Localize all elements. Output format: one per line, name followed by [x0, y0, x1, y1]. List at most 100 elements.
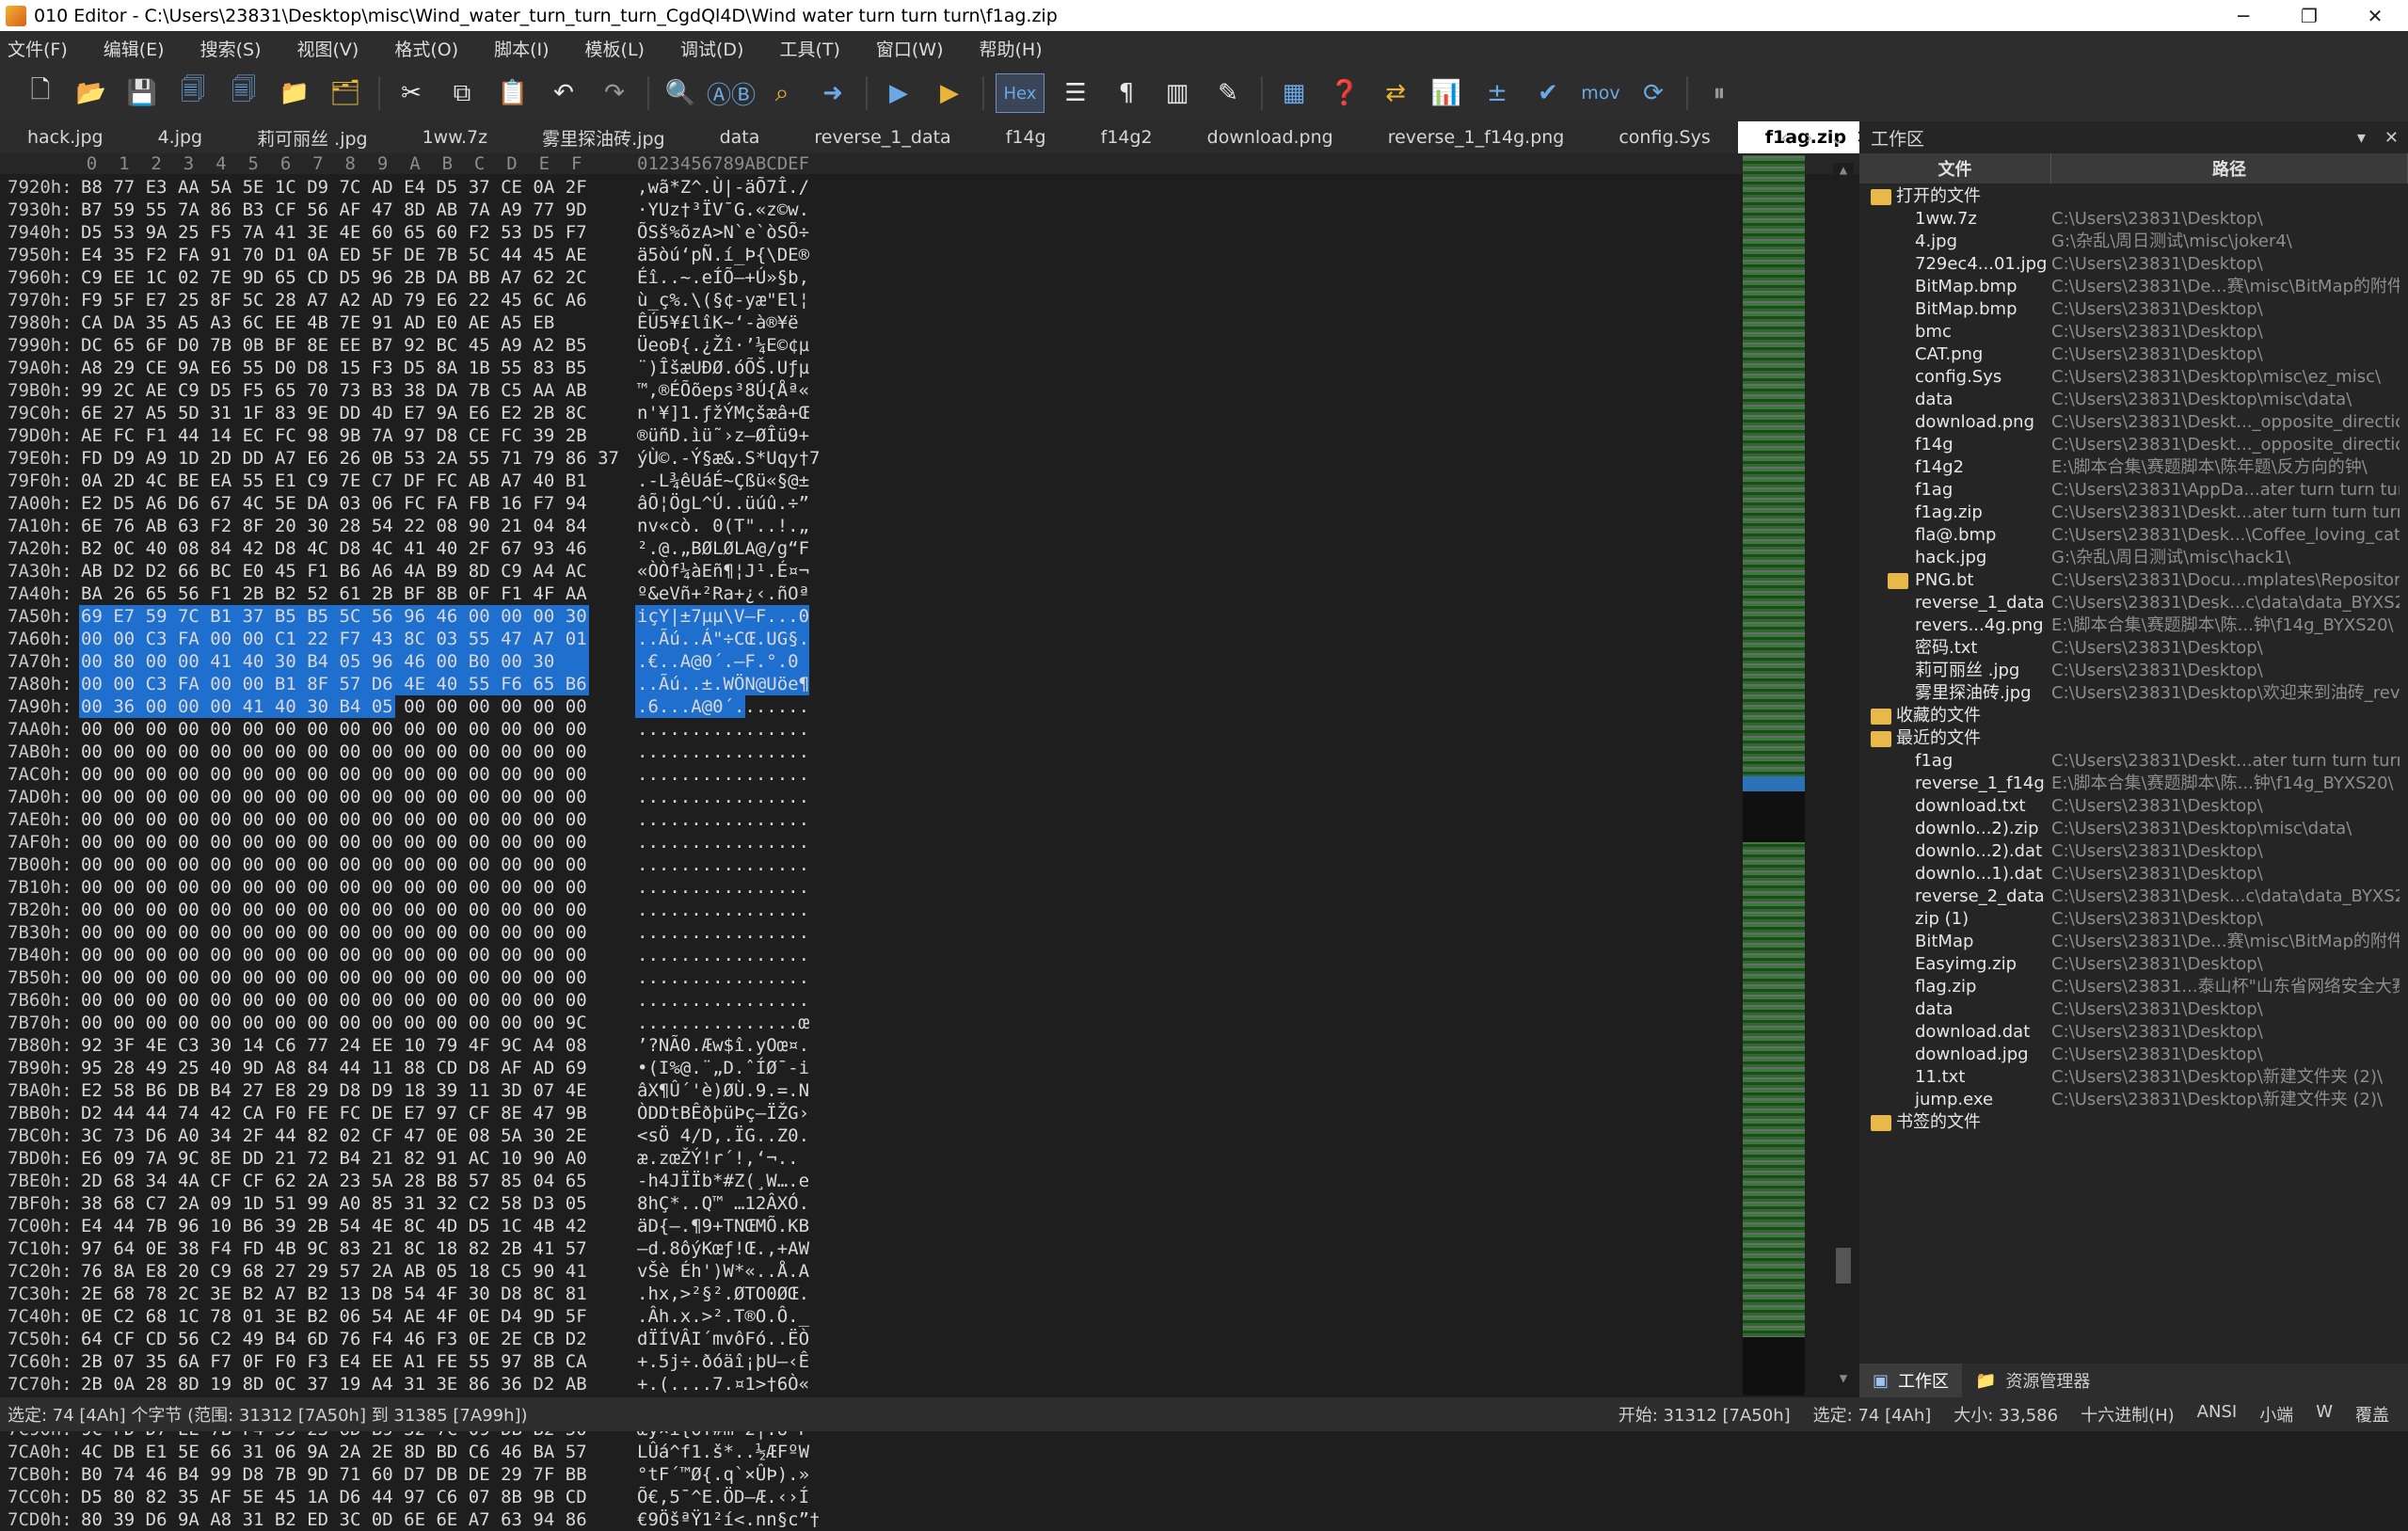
file-tab[interactable]: 1ww.7z	[395, 121, 516, 153]
save-as-icon[interactable]: 🗐	[173, 73, 213, 113]
file-tab[interactable]: config.Sys	[1591, 121, 1737, 153]
row-hex-bytes[interactable]: A8 29 CE 9A E6 55 D0 D8 15 F3 D5 8A 1B 5…	[81, 357, 587, 379]
row-ascii[interactable]: •(I%@.¨„D.ˆÍØ¯-i	[637, 1057, 809, 1079]
tree-group[interactable]: 打开的文件	[1859, 185, 2408, 208]
menu-item[interactable]: 文件(F)	[8, 36, 68, 61]
file-tab[interactable]: data	[693, 121, 788, 153]
hex-row[interactable]: 7C50h: 64 CF CD 56 C2 49 B4 6D 76 F4 46 F…	[0, 1328, 1859, 1350]
row-ascii[interactable]: ................	[637, 921, 809, 944]
row-ascii[interactable]: n'¥]1.ƒžÝMçšæâ+Œ	[637, 402, 809, 424]
hex-row[interactable]: 7BB0h: D2 44 44 74 42 CA F0 FE FC DE E7 9…	[0, 1102, 1859, 1124]
row-ascii[interactable]: ................	[637, 899, 809, 921]
row-hex-bytes[interactable]: 00 00 00 00 00 00 00 00 00 00 00 00 00 0…	[81, 899, 587, 921]
operations-icon[interactable]: ±	[1477, 73, 1517, 113]
row-hex-bytes[interactable]: 00 00 00 00 00 00 00 00 00 00 00 00 00 0…	[81, 718, 587, 741]
hex-row[interactable]: 7CB0h: B0 74 46 B4 99 D8 7B 9D 71 60 D7 D…	[0, 1463, 1859, 1486]
row-ascii[interactable]: Éî..~.eÍÕ–+Ú»§b,	[637, 266, 809, 289]
hex-row[interactable]: 7C40h: 0E C2 68 1C 78 01 3E B2 06 54 AE 4…	[0, 1305, 1859, 1328]
panel-menu-icon[interactable]: ▾	[2357, 128, 2366, 148]
hex-row[interactable]: 7AD0h: 00 00 00 00 00 00 00 00 00 00 00 0…	[0, 786, 1859, 808]
menu-item[interactable]: 脚本(I)	[494, 36, 549, 61]
insert-mode[interactable]: W	[2316, 1402, 2333, 1427]
tree-file[interactable]: 雾里探油砖.jpg C:\Users\23831\Desktop\欢迎来到油砖_r…	[1859, 682, 2408, 705]
row-ascii[interactable]: içY|±7µµ\V–F...0	[637, 605, 809, 628]
file-tab[interactable]: download.png	[1180, 121, 1361, 153]
file-tab[interactable]: f14g2	[1074, 121, 1180, 153]
hex-row[interactable]: 7A30h: AB D2 D2 66 BC E0 45 F1 B6 A6 4A B…	[0, 560, 1859, 582]
row-ascii[interactable]: nv«cò. 0(T"..!.„	[637, 515, 809, 537]
row-hex-bytes[interactable]: 00 00 00 00 00 00 00 00 00 00 00 00 00 0…	[81, 763, 587, 786]
hex-row[interactable]: 7C00h: E4 44 7B 96 10 B6 39 2B 54 4E 8C 4…	[0, 1215, 1859, 1237]
row-hex-bytes[interactable]: 64 CF CD 56 C2 49 B4 6D 76 F4 46 F3 0E 2…	[81, 1328, 587, 1350]
row-ascii[interactable]: ä5òú‘pÑ.í_Þ{\DE®	[637, 244, 809, 266]
tree-file[interactable]: f1ag.zip C:\Users\23831\Deskt...ater turn…	[1859, 502, 2408, 524]
tree-file[interactable]: download.jpg C:\Users\23831\Desktop\	[1859, 1044, 2408, 1066]
base-convert-icon[interactable]: ⟳	[1634, 73, 1673, 113]
hex-row[interactable]: 7AE0h: 00 00 00 00 00 00 00 00 00 00 00 0…	[0, 808, 1859, 831]
tree-file[interactable]: jump.exe C:\Users\23831\Desktop\新建文件夹 (2)…	[1859, 1089, 2408, 1111]
run-template-icon[interactable]: ▶	[930, 73, 969, 113]
tree-file[interactable]: config.Sys C:\Users\23831\Desktop\misc\ez…	[1859, 366, 2408, 389]
row-hex-bytes[interactable]: B7 59 55 7A 86 B3 CF 56 AF 47 8D AB 7A A…	[81, 199, 587, 221]
new-file-icon[interactable]: 🗋	[21, 73, 60, 113]
row-ascii[interactable]: ................	[637, 718, 809, 741]
row-ascii[interactable]: €9ÖšªŸ1²í<.nn§c”†	[637, 1508, 820, 1531]
row-ascii[interactable]: ÒDDtBÊðþüÞç—ÏŽG›	[637, 1102, 809, 1124]
row-hex-bytes[interactable]: 00 80 00 00 41 40 30 B4 05 96 46 00 B0 0…	[81, 650, 554, 673]
open-file-icon[interactable]: 📂	[72, 73, 111, 113]
hex-row[interactable]: 7A60h: 00 00 C3 FA 00 00 C1 22 F7 43 8C 0…	[0, 628, 1859, 650]
row-hex-bytes[interactable]: 38 68 C7 2A 09 1D 51 99 A0 85 31 32 C2 5…	[81, 1192, 587, 1215]
row-hex-bytes[interactable]: 00 00 C3 FA 00 00 C1 22 F7 43 8C 03 55 4…	[81, 628, 587, 650]
hex-row[interactable]: 79D0h: AE FC F1 44 14 EC FC 98 9B 7A 97 D…	[0, 424, 1859, 447]
tree-file[interactable]: hack.jpg G:\杂乱\周日测试\misc\hack1\	[1859, 547, 2408, 569]
row-hex-bytes[interactable]: AE FC F1 44 14 EC FC 98 9B 7A 97 D8 CE F…	[81, 424, 587, 447]
row-hex-bytes[interactable]: 69 E7 59 7C B1 37 B5 B5 5C 56 96 46 00 0…	[81, 605, 587, 628]
hex-row[interactable]: 7BE0h: 2D 68 34 4A CF CF 62 2A 23 5A 28 B…	[0, 1170, 1859, 1192]
row-ascii[interactable]: ................	[637, 989, 809, 1012]
row-hex-bytes[interactable]: CA DA 35 A5 A3 6C EE 4B 7E 91 AD E0 AE A…	[81, 311, 554, 334]
tree-file[interactable]: data C:\Users\23831\Desktop\misc\data\	[1859, 389, 2408, 411]
hex-row[interactable]: 7B40h: 00 00 00 00 00 00 00 00 00 00 00 0…	[0, 944, 1859, 966]
hex-row[interactable]: 7C70h: 2B 0A 28 8D 19 8D 0C 37 19 A4 31 3…	[0, 1373, 1859, 1395]
tree-file[interactable]: fla@.bmp C:\Users\23831\Desk...\Coffee_lo…	[1859, 524, 2408, 547]
menu-item[interactable]: 帮助(H)	[980, 36, 1043, 61]
row-hex-bytes[interactable]: 76 8A E8 20 C9 68 27 29 57 2A AB 05 18 C…	[81, 1260, 587, 1283]
hex-row[interactable]: 79F0h: 0A 2D 4C BE EA 55 E1 C9 7E C7 DF F…	[0, 470, 1859, 492]
row-hex-bytes[interactable]: 95 28 49 25 40 9D A8 84 44 11 88 CD D8 A…	[81, 1057, 587, 1079]
file-tab[interactable]: reverse_1_data	[787, 121, 978, 153]
row-hex-bytes[interactable]: F9 5F E7 25 8F 5C 28 A7 A2 AD 79 E6 22 4…	[81, 289, 587, 311]
menu-item[interactable]: 调试(D)	[680, 36, 743, 61]
hex-row[interactable]: 79B0h: 99 2C AE C9 D5 F5 65 70 73 B3 38 D…	[0, 379, 1859, 402]
row-hex-bytes[interactable]: 3C 73 D6 A0 34 2F 44 82 02 CF 47 0E 08 5…	[81, 1124, 587, 1147]
tree-file[interactable]: data C:\Users\23831\Desktop\	[1859, 998, 2408, 1021]
row-hex-bytes[interactable]: 00 00 00 00 00 00 00 00 00 00 00 00 00 0…	[81, 989, 587, 1012]
row-hex-bytes[interactable]: FD D9 A9 1D 2D DD A7 E6 26 0B 53 2A 55 7…	[81, 447, 619, 470]
row-hex-bytes[interactable]: D2 44 44 74 42 CA F0 FE FC DE E7 97 CF 8…	[81, 1102, 587, 1124]
row-hex-bytes[interactable]: 2B 07 35 6A F7 0F F0 F3 E4 EE A1 FE 55 9…	[81, 1350, 587, 1373]
row-ascii[interactable]: ................	[637, 741, 809, 763]
row-hex-bytes[interactable]: E6 09 7A 9C 8E DD 21 72 B4 21 82 91 AC 1…	[81, 1147, 587, 1170]
hex-mode-button[interactable]: Hex	[996, 73, 1045, 113]
scroll-down-icon[interactable]: ▼	[1833, 1371, 1854, 1386]
checksum-icon[interactable]: ✔	[1528, 73, 1568, 113]
tree-file[interactable]: downlo...2).zip C:\Users\23831\Desktop\mi…	[1859, 818, 2408, 840]
col-file-header[interactable]: 文件	[1859, 153, 2051, 183]
menu-item[interactable]: 窗口(W)	[876, 36, 944, 61]
tree-file[interactable]: downlo...2).dat C:\Users\23831\Desktop\	[1859, 840, 2408, 863]
row-ascii[interactable]: vŠè Éh')W*«..Å.A	[637, 1260, 809, 1283]
row-ascii[interactable]: ™,®ÉÕõeps³8Ú{Åª«	[637, 379, 809, 402]
tree-file[interactable]: 密码.txt C:\Users\23831\Desktop\	[1859, 637, 2408, 660]
inspector-icon[interactable]: ❓	[1325, 73, 1364, 113]
hex-row[interactable]: 7960h: C9 EE 1C 02 7E 9D 65 CD D5 96 2B D…	[0, 266, 1859, 289]
file-tab[interactable]: hack.jpg	[0, 121, 131, 153]
hex-row[interactable]: 7A80h: 00 00 C3 FA 00 00 B1 8F 57 D6 4E 4…	[0, 673, 1859, 695]
hex-row[interactable]: 7B00h: 00 00 00 00 00 00 00 00 00 00 00 0…	[0, 853, 1859, 876]
hex-row[interactable]: 7A00h: E2 D5 A6 D6 67 4C 5E DA 03 06 FC F…	[0, 492, 1859, 515]
tree-file[interactable]: Easyimg.zip C:\Users\23831\Desktop\	[1859, 953, 2408, 976]
hex-row[interactable]: 7B30h: 00 00 00 00 00 00 00 00 00 00 00 0…	[0, 921, 1859, 944]
tree-file[interactable]: reverse_1_data C:\Users\23831\Desk...c\da…	[1859, 592, 2408, 614]
file-tab[interactable]: 莉可丽丝 .jpg	[230, 121, 394, 153]
histogram-icon[interactable]: 📊	[1427, 73, 1466, 113]
row-hex-bytes[interactable]: 00 00 00 00 00 00 00 00 00 00 00 00 00 0…	[81, 786, 587, 808]
row-ascii[interactable]: -h4JÏÏb*#Z(¸W….e	[637, 1170, 809, 1192]
